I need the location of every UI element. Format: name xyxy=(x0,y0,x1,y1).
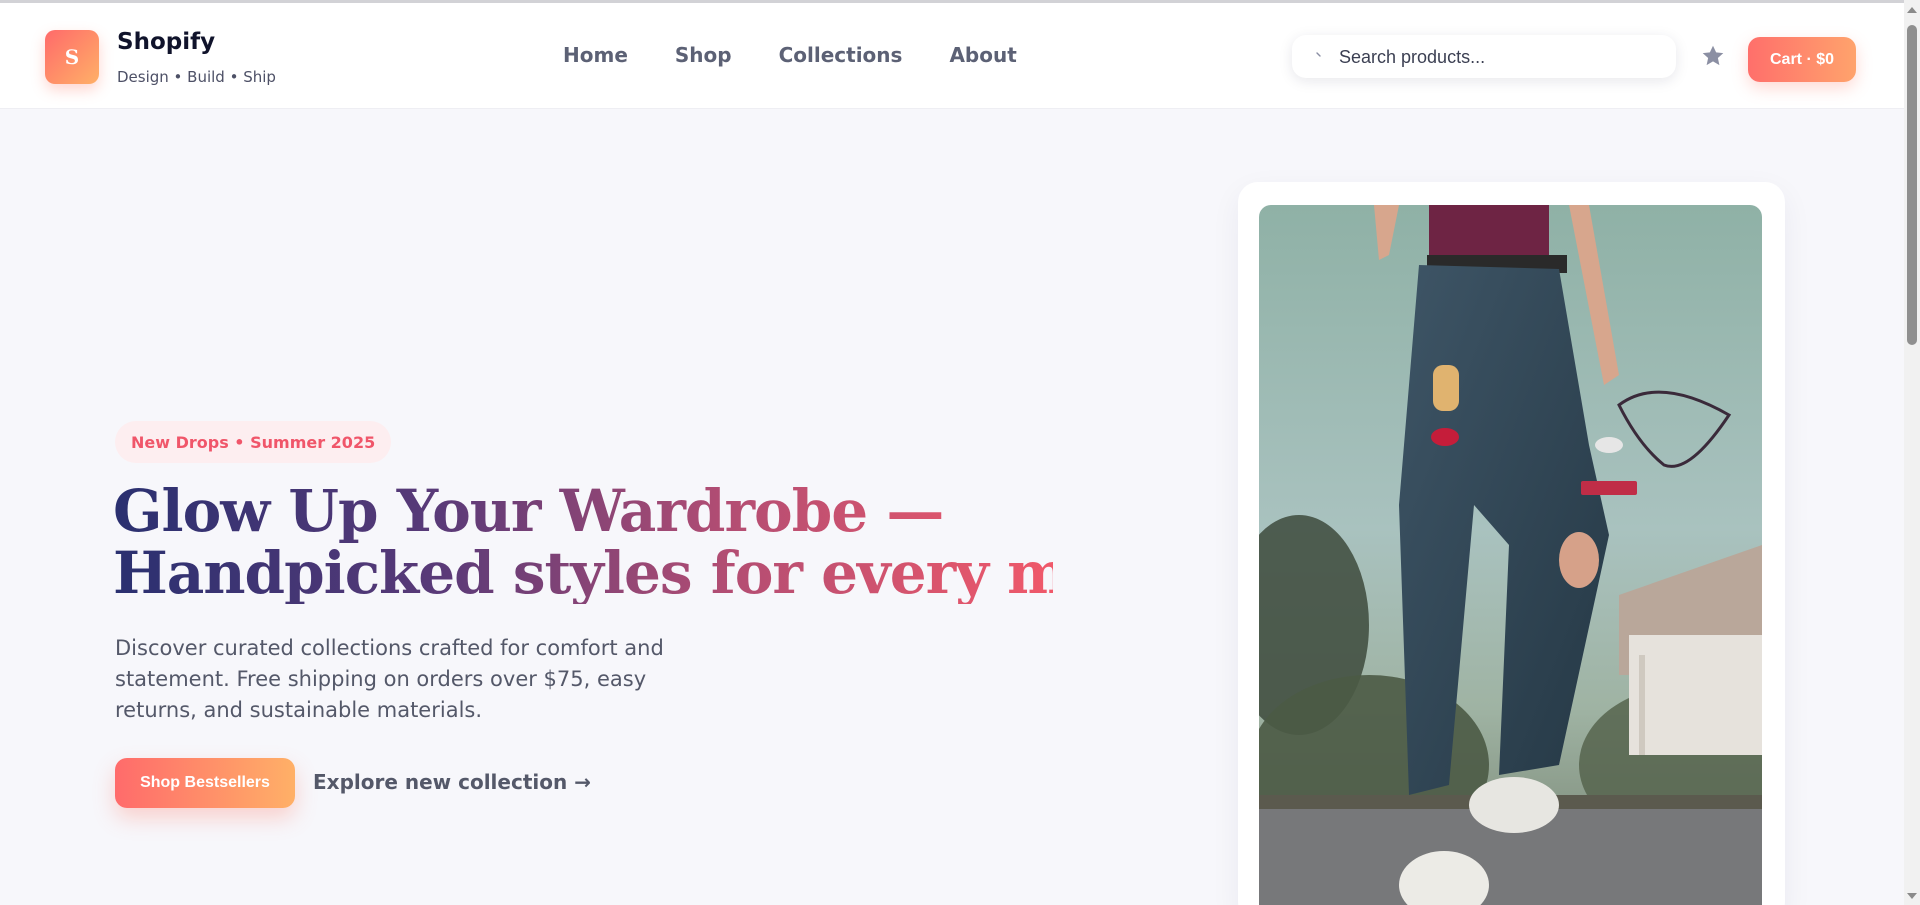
hero-badge: New Drops • Summer 2025 xyxy=(115,421,392,463)
brand-tagline: Design • Build • Ship xyxy=(117,68,276,86)
nav-item-about[interactable]: About xyxy=(949,43,1016,75)
star-icon[interactable] xyxy=(1700,43,1726,69)
hero-title-line-1: Glow Up Your Wardrobe — xyxy=(113,477,944,545)
brand-name[interactable]: Shopify xyxy=(117,29,215,55)
hero-title: Glow Up Your Wardrobe — Handpicked style… xyxy=(113,480,1053,604)
fashion-photo-icon xyxy=(1259,205,1762,905)
page: S Shopify Design • Build • Ship Home Sho… xyxy=(0,0,1920,905)
logo-letter: S xyxy=(64,45,80,69)
nav-item-shop[interactable]: Shop xyxy=(675,43,732,75)
search-input[interactable] xyxy=(1339,43,1659,71)
scroll-up-arrow-icon[interactable] xyxy=(1907,7,1917,13)
scroll-thumb[interactable] xyxy=(1907,25,1917,345)
hero-title-line-2: Handpicked styles for every mood xyxy=(113,539,1183,607)
scroll-down-arrow-icon[interactable] xyxy=(1907,893,1917,899)
hero-image-card xyxy=(1238,182,1785,905)
cart-button[interactable]: Cart · $0 xyxy=(1748,37,1856,82)
search-icon xyxy=(1314,49,1328,63)
page-scrollbar[interactable] xyxy=(1904,0,1920,905)
explore-collection-link[interactable]: Explore new collection → xyxy=(313,770,591,794)
nav-item-home[interactable]: Home xyxy=(563,43,628,75)
hero-description: Discover curated collections crafted for… xyxy=(115,636,664,722)
logo-badge[interactable]: S xyxy=(45,30,99,84)
site-header: S Shopify Design • Build • Ship Home Sho… xyxy=(0,3,1904,109)
search-box[interactable] xyxy=(1292,35,1676,78)
nav-item-collections[interactable]: Collections xyxy=(779,43,903,75)
main-nav: Home Shop Collections About xyxy=(563,43,1017,75)
hero-photo xyxy=(1259,205,1762,905)
shop-bestsellers-button[interactable]: Shop Bestsellers xyxy=(115,758,295,808)
